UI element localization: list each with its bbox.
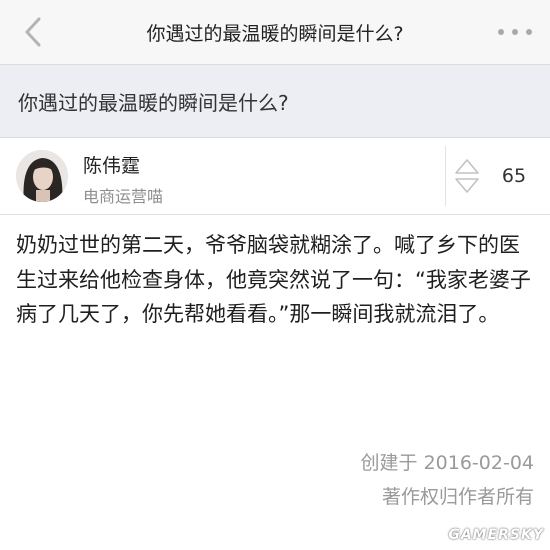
- vote-button[interactable]: [454, 158, 480, 194]
- author-row: 陈伟霆 电商运营喵 65: [0, 138, 550, 215]
- copyright-notice: 著作权归作者所有: [381, 486, 534, 508]
- divider: [445, 146, 446, 206]
- more-dots-icon: [526, 29, 532, 35]
- vote-count: 65: [501, 165, 527, 187]
- created-date: 创建于 2016-02-04: [360, 452, 534, 474]
- more-dots-icon: [512, 29, 518, 35]
- more-button[interactable]: [498, 20, 532, 44]
- watermark-logo: GAMERSKY: [448, 527, 544, 543]
- avatar-image: [16, 150, 68, 202]
- answer-text: 奶奶过世的第二天，爷爷脑袋就糊涂了。喊了乡下的医生过来给他检查身体，他竟突然说了…: [16, 233, 531, 326]
- more-dots-icon: [498, 29, 504, 35]
- back-button[interactable]: [18, 14, 48, 50]
- author-name[interactable]: 陈伟霆: [83, 151, 140, 178]
- question-title[interactable]: 你遇过的最温暖的瞬间是什么?: [18, 65, 289, 137]
- updown-vote-icon: [455, 159, 479, 193]
- nav-bar: 你遇过的最温暖的瞬间是什么?: [0, 0, 550, 65]
- avatar[interactable]: [16, 150, 68, 202]
- author-bio: 电商运营喵: [83, 187, 164, 206]
- chevron-left-icon: [25, 17, 41, 47]
- question-header[interactable]: 你遇过的最温暖的瞬间是什么?: [0, 65, 550, 138]
- nav-title: 你遇过的最温暖的瞬间是什么?: [146, 22, 404, 45]
